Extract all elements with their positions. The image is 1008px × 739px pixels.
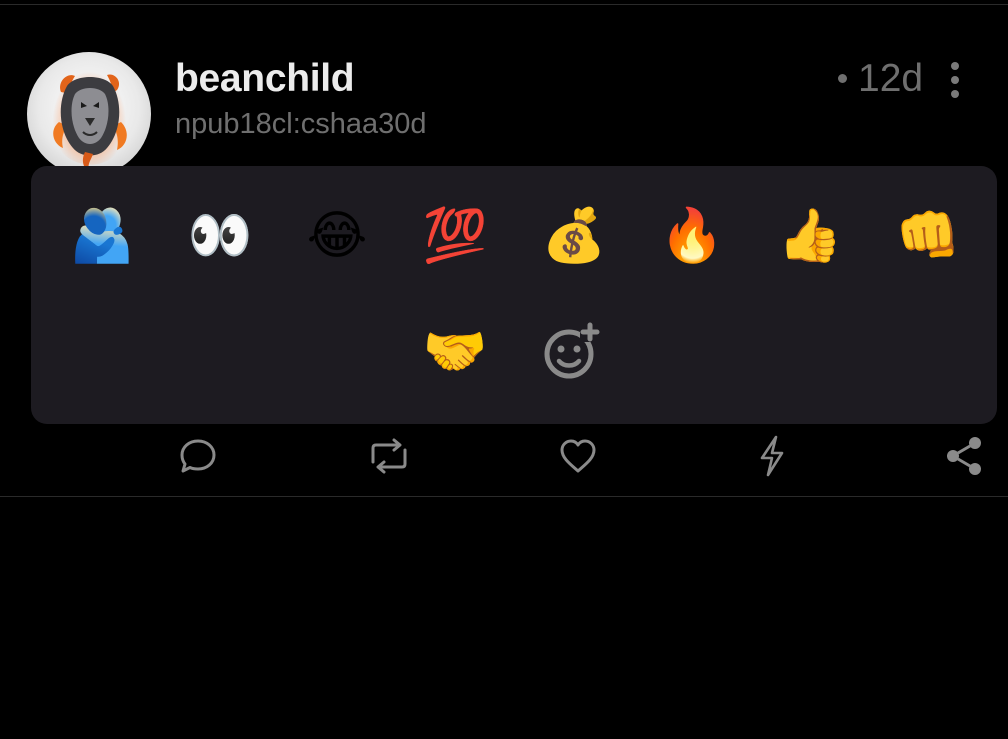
lion-avatar-icon (52, 66, 127, 172)
author-name[interactable]: beanchild (175, 56, 355, 102)
repost-button[interactable] (365, 432, 413, 480)
money-bag-icon: 💰 (541, 206, 607, 266)
bottom-divider (0, 496, 1008, 497)
more-dot (951, 90, 959, 98)
like-icon (560, 439, 596, 473)
reaction-thumbs-up[interactable]: 👍 (772, 198, 848, 274)
reaction-oncoming-fist[interactable]: 👊 (890, 198, 966, 274)
top-divider (0, 4, 1008, 5)
reaction-people-hugging[interactable]: 🫂 (64, 198, 140, 274)
hundred-points-icon: 💯 (422, 206, 488, 266)
face-with-tears-of-joy-icon: 😂 (306, 206, 368, 266)
post-time: 12d (858, 57, 924, 100)
share-icon (947, 437, 981, 475)
like-button[interactable] (554, 432, 602, 480)
reply-button[interactable] (174, 432, 222, 480)
more-dot (951, 76, 959, 84)
thumbs-up-icon: 👍 (777, 206, 843, 266)
reply-icon (180, 439, 216, 473)
zap-button[interactable] (748, 432, 796, 480)
add-reaction-button[interactable] (535, 314, 611, 390)
oncoming-fist-icon: 👊 (895, 206, 961, 266)
more-options-icon[interactable] (940, 62, 970, 98)
handshake-icon: 🤝 (422, 322, 488, 382)
reaction-fire[interactable]: 🔥 (654, 198, 730, 274)
repost-icon (371, 438, 407, 474)
fire-icon: 🔥 (659, 206, 725, 266)
share-button[interactable] (940, 432, 988, 480)
author-npub: npub18cl:cshaa30d (175, 108, 427, 140)
author-avatar[interactable] (27, 52, 151, 176)
add-reaction-icon (544, 322, 600, 379)
reaction-hundred-points[interactable]: 💯 (417, 198, 493, 274)
zap-icon (760, 435, 784, 477)
reaction-face-with-tears-of-joy[interactable]: 😂 (299, 198, 375, 274)
reaction-picker: 🫂 👀 😂 💯 💰 🔥 👍 👊 🤝 (31, 166, 997, 424)
more-dot (951, 62, 959, 70)
reaction-eyes[interactable]: 👀 (182, 198, 258, 274)
reaction-money-bag[interactable]: 💰 (536, 198, 612, 274)
note-screen: beanchild npub18cl:cshaa30d 12d 🫂 👀 😂 💯 … (0, 0, 1008, 739)
reaction-handshake[interactable]: 🤝 (417, 314, 493, 390)
eyes-icon: 👀 (187, 206, 253, 266)
time-separator-dot (838, 74, 847, 83)
people-hugging-icon: 🫂 (69, 206, 135, 266)
